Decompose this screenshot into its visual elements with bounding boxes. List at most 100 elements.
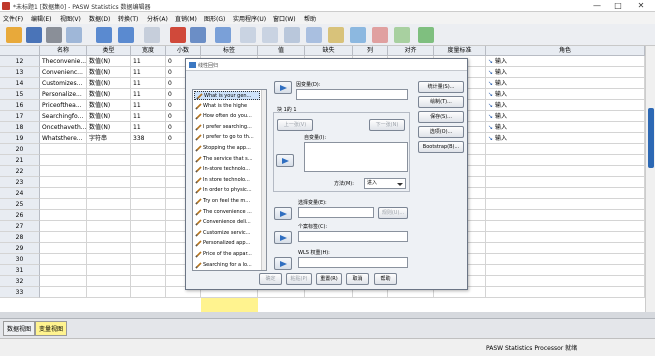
- variable-list-item[interactable]: Try on feel the m...: [194, 197, 260, 206]
- close-button[interactable]: ✕: [632, 1, 650, 11]
- column-header[interactable]: 类型: [87, 46, 131, 56]
- variable-list-item[interactable]: Stopping the app...: [194, 144, 260, 153]
- variable-list-item[interactable]: The service that s...: [194, 155, 260, 164]
- select-cases-icon[interactable]: [328, 27, 344, 43]
- previous-block-button[interactable]: 上一张(V): [277, 119, 313, 131]
- column-header[interactable]: 列: [353, 46, 388, 56]
- width-cell[interactable]: [131, 155, 166, 166]
- weight-cases-icon[interactable]: [306, 27, 322, 43]
- variable-list-item[interactable]: I prefer to go to th...: [194, 133, 260, 142]
- type-cell[interactable]: 数值(N): [87, 122, 131, 133]
- role-cell[interactable]: [486, 221, 645, 232]
- name-cell[interactable]: [40, 188, 87, 199]
- width-cell[interactable]: [131, 232, 166, 243]
- role-cell[interactable]: [486, 210, 645, 221]
- variable-list-item[interactable]: Personalized app...: [194, 239, 260, 248]
- list-scrollbar[interactable]: [261, 90, 266, 270]
- column-header[interactable]: 标签: [201, 46, 258, 56]
- menu-data[interactable]: 数据(D): [89, 14, 110, 23]
- insert-cases-icon[interactable]: [240, 27, 256, 43]
- role-cell[interactable]: [486, 287, 645, 298]
- variable-list-item[interactable]: Convenience deli...: [194, 218, 260, 227]
- plots-button[interactable]: 绘制(T)...: [418, 96, 464, 108]
- variable-list-item[interactable]: How often do you...: [194, 112, 260, 121]
- width-cell[interactable]: 11: [131, 56, 166, 67]
- minimize-button[interactable]: —: [588, 1, 606, 11]
- method-select[interactable]: 进入: [364, 178, 406, 189]
- bootstrap-button[interactable]: Bootstrap(B)...: [418, 141, 464, 153]
- dependent-field[interactable]: [296, 89, 408, 100]
- column-header[interactable]: 值: [258, 46, 305, 56]
- statistics-button[interactable]: 统计量(S)...: [418, 81, 464, 93]
- name-cell[interactable]: [40, 210, 87, 221]
- case-label-field[interactable]: [298, 231, 408, 242]
- width-cell[interactable]: 11: [131, 78, 166, 89]
- name-cell[interactable]: [40, 166, 87, 177]
- column-header[interactable]: 角色: [486, 46, 645, 56]
- width-cell[interactable]: [131, 166, 166, 177]
- width-cell[interactable]: [131, 287, 166, 298]
- role-cell[interactable]: ↘ 输入: [486, 78, 645, 89]
- type-cell[interactable]: [87, 254, 131, 265]
- name-cell[interactable]: [40, 199, 87, 210]
- use-sets-icon[interactable]: [372, 27, 388, 43]
- variable-list-item[interactable]: Customize servic...: [194, 229, 260, 238]
- column-header[interactable]: 缺失: [305, 46, 353, 56]
- type-cell[interactable]: [87, 265, 131, 276]
- menu-file[interactable]: 文件(F): [3, 14, 23, 23]
- menu-transform[interactable]: 转换(T): [118, 14, 138, 23]
- column-header[interactable]: 对齐: [388, 46, 434, 56]
- insert-variable-icon[interactable]: [262, 27, 278, 43]
- menu-window[interactable]: 窗口(W): [273, 14, 296, 23]
- help-button[interactable]: 帮助: [374, 273, 397, 285]
- column-header[interactable]: 宽度: [131, 46, 166, 56]
- width-cell[interactable]: 11: [131, 122, 166, 133]
- goto-variable-icon[interactable]: [170, 27, 186, 43]
- move-independent-arrow-icon[interactable]: [276, 154, 294, 167]
- type-cell[interactable]: [87, 210, 131, 221]
- role-cell[interactable]: ↘ 输入: [486, 67, 645, 78]
- redo-icon[interactable]: [118, 27, 134, 43]
- open-folder-icon[interactable]: [6, 27, 22, 43]
- role-cell[interactable]: [486, 166, 645, 177]
- maximize-button[interactable]: □: [609, 1, 627, 11]
- wls-weight-field[interactable]: [298, 257, 408, 268]
- type-cell[interactable]: [87, 232, 131, 243]
- type-cell[interactable]: [87, 243, 131, 254]
- variable-list-item[interactable]: What is your gen...: [194, 91, 260, 100]
- width-cell[interactable]: 338: [131, 133, 166, 144]
- value-labels-icon[interactable]: [350, 27, 366, 43]
- column-header[interactable]: 小数: [166, 46, 201, 56]
- role-cell[interactable]: [486, 199, 645, 210]
- save-icon[interactable]: [26, 27, 42, 43]
- type-cell[interactable]: [87, 287, 131, 298]
- role-cell[interactable]: ↘ 输入: [486, 89, 645, 100]
- variable-list-item[interactable]: In order to physic...: [194, 186, 260, 195]
- reset-button[interactable]: 重置(R): [316, 273, 342, 285]
- name-cell[interactable]: [40, 276, 87, 287]
- type-cell[interactable]: 数值(N): [87, 100, 131, 111]
- type-cell[interactable]: [87, 144, 131, 155]
- variables-icon[interactable]: [190, 27, 206, 43]
- dialog-recall-icon[interactable]: [66, 27, 82, 43]
- width-cell[interactable]: [131, 144, 166, 155]
- name-cell[interactable]: [40, 144, 87, 155]
- width-cell[interactable]: [131, 199, 166, 210]
- column-header[interactable]: 度量标准: [434, 46, 486, 56]
- next-block-button[interactable]: 下一张(N): [369, 119, 405, 131]
- type-cell[interactable]: [87, 188, 131, 199]
- menu-help[interactable]: 帮助: [304, 14, 316, 23]
- role-cell[interactable]: [486, 265, 645, 276]
- name-cell[interactable]: [40, 254, 87, 265]
- show-all-variables-icon[interactable]: [394, 27, 410, 43]
- width-cell[interactable]: 11: [131, 100, 166, 111]
- name-cell[interactable]: Oncethaveth...: [40, 122, 87, 133]
- variable-list-item[interactable]: I prefer searching...: [194, 123, 260, 132]
- menu-utilities[interactable]: 实用程序(U): [233, 14, 266, 23]
- rule-button[interactable]: 规则(U)...: [378, 207, 408, 219]
- role-cell[interactable]: ↘ 输入: [486, 56, 645, 67]
- name-cell[interactable]: Customizes...: [40, 78, 87, 89]
- move-case-label-arrow-icon[interactable]: [274, 231, 292, 244]
- move-wls-arrow-icon[interactable]: [274, 257, 292, 270]
- scroll-thumb[interactable]: [648, 108, 654, 168]
